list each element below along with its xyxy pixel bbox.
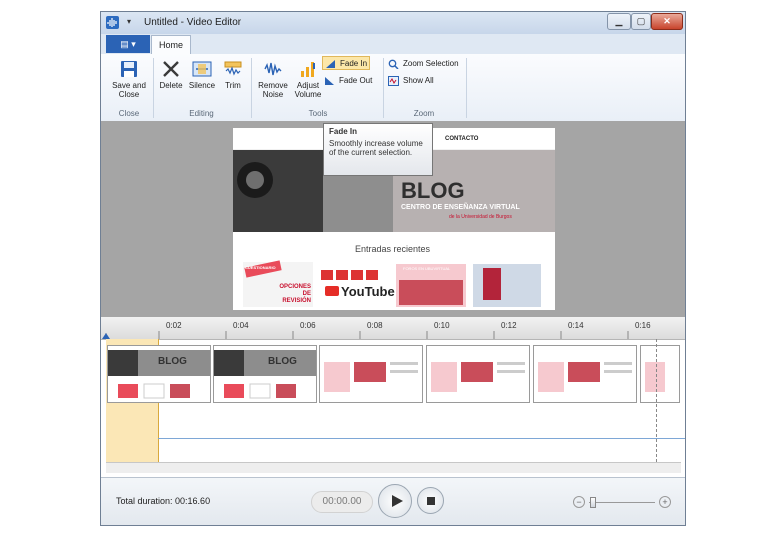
zoom-thumb[interactable] xyxy=(590,497,596,508)
ruler-tick-label: 0:02 xyxy=(166,321,182,330)
fade-out-button[interactable]: Fade Out xyxy=(322,74,378,88)
close-button[interactable]: ✕ xyxy=(651,13,683,30)
tab-home[interactable]: Home xyxy=(151,35,191,54)
nav-contact-link: CONTACTO xyxy=(445,136,479,142)
clip-blog-label: BLOG xyxy=(158,356,187,367)
tooltip-body: Smoothly increase volume of the current … xyxy=(329,139,423,157)
magnifier-icon xyxy=(388,59,399,70)
zoom-in-button[interactable]: + xyxy=(659,496,671,508)
card-review-options: OPCIONES DE REVISIÓN xyxy=(279,284,311,304)
noise-wave-icon xyxy=(263,59,283,79)
maximize-button[interactable]: ▢ xyxy=(631,13,651,30)
file-menu-button[interactable]: ▤ ▾ xyxy=(106,35,150,53)
group-label-editing: Editing xyxy=(189,109,214,118)
group-label-close: Close xyxy=(118,109,140,118)
save-icon xyxy=(119,59,139,79)
audio-track[interactable] xyxy=(158,438,685,439)
show-all-button[interactable]: Show All xyxy=(386,74,446,88)
clip-image xyxy=(324,362,418,392)
waveform-icon[interactable] xyxy=(106,16,119,29)
fade-in-icon xyxy=(325,59,336,69)
zoom-selection-label: Zoom Selection xyxy=(403,59,459,68)
trim-icon xyxy=(223,59,243,79)
quick-access-dropdown[interactable]: ▾ xyxy=(127,17,131,26)
tooltip-title: Fade In xyxy=(329,127,358,136)
zoom-out-button[interactable]: − xyxy=(573,496,585,508)
zoom-selection-button[interactable]: Zoom Selection xyxy=(386,57,466,71)
ribbon-separator xyxy=(251,58,252,118)
fade-out-label: Fade Out xyxy=(339,76,373,85)
ruler-tick-label: 0:16 xyxy=(635,321,651,330)
save-and-close-button[interactable]: Save and Close xyxy=(109,59,149,99)
zoom-track[interactable] xyxy=(589,502,655,503)
ribbon-separator xyxy=(466,58,467,118)
card-quiz-tag: CUESTIONARIO xyxy=(245,265,276,270)
ruler-tick-label: 0:10 xyxy=(434,321,450,330)
time-ruler[interactable]: 0:02 0:04 0:06 0:08 0:10 0:12 0:14 0:16 xyxy=(101,317,685,340)
ruler-ticks xyxy=(102,331,629,339)
show-all-label: Show All xyxy=(403,76,434,85)
delete-label: Delete xyxy=(159,81,183,90)
delete-button[interactable]: Delete xyxy=(157,59,185,90)
playback-bar: Total duration: 00:16.60 00:00.00 − + xyxy=(101,477,685,525)
card-youtube: YouTube xyxy=(341,284,395,299)
trim-label: Trim xyxy=(225,81,241,90)
video-clip-thumbnail[interactable]: BLOG xyxy=(107,345,211,403)
ruler-tick-label: 0:12 xyxy=(501,321,517,330)
video-clip-thumbnail[interactable]: BLOG xyxy=(213,345,317,403)
show-all-icon xyxy=(388,76,399,86)
total-duration: Total duration: 00:16.60 xyxy=(116,496,211,506)
play-button[interactable] xyxy=(378,484,412,518)
silence-button[interactable]: Silence xyxy=(187,59,217,90)
play-icon xyxy=(392,495,403,507)
recent-posts-heading: Entradas recientes xyxy=(355,244,431,254)
clip-image xyxy=(645,362,665,392)
window-title: Untitled - Video Editor xyxy=(144,17,242,28)
adjust-volume-label: Adjust Volume xyxy=(294,81,322,99)
trim-button[interactable]: Trim xyxy=(220,59,246,90)
clip-image xyxy=(108,350,210,399)
video-clip-thumbnail[interactable] xyxy=(319,345,423,403)
horizontal-scrollbar[interactable] xyxy=(106,462,681,473)
stop-button[interactable] xyxy=(417,487,444,514)
blog-subtitle: CENTRO DE ENSEÑANZA VIRTUAL xyxy=(401,204,520,211)
card-forums-tag: FOROS EN UBUVIRTUAL xyxy=(403,266,451,271)
stop-icon xyxy=(427,497,435,505)
remove-noise-button[interactable]: Remove Noise xyxy=(256,59,290,99)
ruler-tick-label: 0:14 xyxy=(568,321,584,330)
fade-out-icon xyxy=(324,76,335,86)
current-time-display: 00:00.00 xyxy=(311,491,373,513)
blog-university: de la Universidad de Burgos xyxy=(449,214,512,220)
fade-in-button[interactable]: Fade In xyxy=(322,56,370,70)
adjust-volume-button[interactable]: Adjust Volume xyxy=(291,59,325,99)
clip-blog-label: BLOG xyxy=(268,356,297,367)
volume-bars-icon xyxy=(298,59,318,79)
silence-label: Silence xyxy=(188,81,216,90)
fade-in-tooltip: Fade In Smoothly increase volume of the … xyxy=(323,123,433,176)
remove-noise-label: Remove Noise xyxy=(258,81,288,99)
group-label-zoom: Zoom xyxy=(413,109,435,118)
video-clip-thumbnail[interactable] xyxy=(426,345,530,403)
ruler-tick-label: 0:04 xyxy=(233,321,249,330)
video-clip-thumbnail[interactable] xyxy=(640,345,680,403)
delete-icon xyxy=(161,59,181,79)
video-editor-window: ▾ Untitled - Video Editor ▁ ▢ ✕ ▤ ▾ Home… xyxy=(100,11,686,526)
save-and-close-label: Save and Close xyxy=(112,81,146,99)
ruler-tick-label: 0:06 xyxy=(300,321,316,330)
clip-image xyxy=(214,350,316,399)
clip-image xyxy=(431,362,525,392)
minimize-button[interactable]: ▁ xyxy=(607,13,631,30)
clip-image xyxy=(538,362,632,392)
fade-in-label: Fade In xyxy=(340,59,368,68)
silence-icon xyxy=(192,59,212,79)
title-bar: ▾ Untitled - Video Editor ▁ ▢ ✕ xyxy=(101,12,685,34)
timeline[interactable]: 0:02 0:04 0:06 0:08 0:10 0:12 0:14 0:16 … xyxy=(101,317,685,477)
zoom-slider[interactable]: − + xyxy=(573,495,673,509)
blog-title: BLOG xyxy=(401,178,465,203)
group-label-tools: Tools xyxy=(308,109,328,118)
ruler-tick-label: 0:08 xyxy=(367,321,383,330)
end-marker xyxy=(656,339,658,462)
video-clip-thumbnail[interactable] xyxy=(533,345,637,403)
